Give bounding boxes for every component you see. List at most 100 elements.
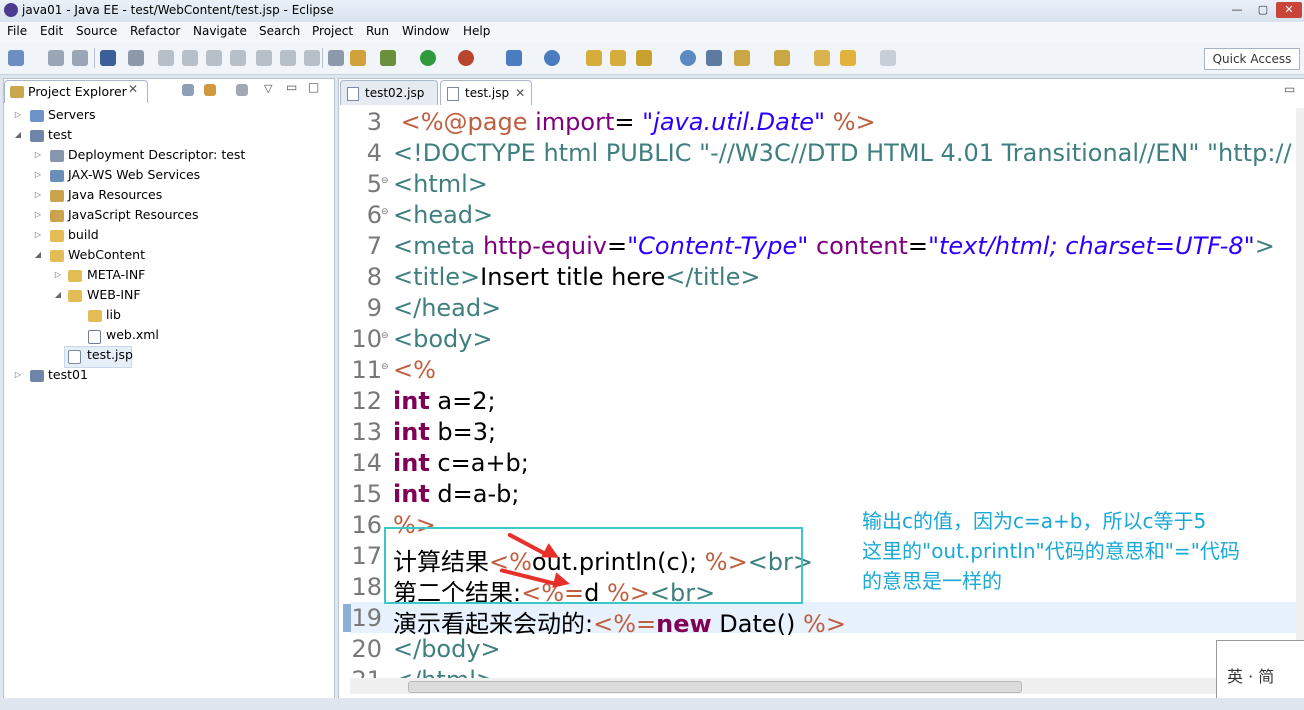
code-line-14[interactable]: int c=a+b; — [393, 449, 529, 477]
menu-navigate[interactable]: Navigate — [193, 24, 247, 38]
tree-item-lib[interactable]: lib — [106, 307, 121, 327]
code-line-15[interactable]: int d=a-b; — [393, 480, 519, 508]
run-icon[interactable] — [420, 50, 436, 66]
open-type-icon[interactable] — [586, 50, 602, 66]
view-menu-icon[interactable]: ▽ — [264, 82, 272, 95]
tree-item-web-xml[interactable]: web.xml — [106, 327, 159, 347]
close-view-icon[interactable]: ✕ — [128, 82, 138, 96]
minimize-view-icon[interactable]: ▭ — [286, 80, 297, 94]
close-tab-icon[interactable]: ✕ — [515, 86, 525, 100]
collapse-arrow-icon[interactable]: ◢ — [34, 250, 42, 259]
fold-toggle-icon[interactable]: ⊖ — [381, 331, 389, 341]
code-line-7[interactable]: <meta http-equiv="Content-Type" content=… — [393, 232, 1293, 260]
open-folder-icon[interactable] — [610, 50, 626, 66]
tab-test-jsp[interactable]: test.jsp ✕ — [440, 80, 532, 105]
code-line-10[interactable]: <body> — [393, 325, 493, 353]
forward-arrow-icon[interactable] — [880, 50, 896, 66]
expand-arrow-icon[interactable]: ▷ — [34, 210, 42, 219]
menu-project[interactable]: Project — [312, 24, 353, 38]
close-window-button[interactable]: ✕ — [1276, 2, 1302, 18]
code-line-9[interactable]: </head> — [393, 294, 501, 322]
fold-toggle-icon[interactable]: ⊖ — [381, 362, 389, 372]
tree-item-java-resources[interactable]: Java Resources — [68, 187, 162, 207]
collapse-all-icon[interactable] — [182, 84, 194, 96]
code-line-21[interactable]: </html> — [393, 666, 496, 678]
step-into-icon[interactable] — [256, 50, 272, 66]
resume-icon[interactable] — [158, 50, 174, 66]
code-line-8[interactable]: <title>Insert title here</title> — [393, 263, 760, 291]
code-line-6[interactable]: <head> — [393, 201, 493, 229]
tree-item-deployment-descriptor[interactable]: Deployment Descriptor: test — [68, 147, 245, 167]
prev-annotation-icon[interactable] — [774, 50, 790, 66]
vertical-scrollbar[interactable] — [1296, 108, 1304, 678]
link-editor-icon[interactable] — [204, 84, 216, 96]
collapse-arrow-icon[interactable]: ◢ — [14, 130, 22, 139]
quick-access-input[interactable]: Quick Access — [1204, 48, 1300, 70]
annotation-icon[interactable] — [706, 50, 722, 66]
fold-toggle-icon[interactable]: ⊖ — [381, 207, 389, 217]
external-tools-icon[interactable] — [458, 50, 474, 66]
back-arrow-icon[interactable] — [840, 50, 856, 66]
filter-icon[interactable] — [236, 84, 248, 96]
menu-source[interactable]: Source — [76, 24, 117, 38]
tree-item-test-jsp[interactable]: test.jsp — [87, 347, 133, 367]
code-line-4[interactable]: <!DOCTYPE html PUBLIC "-//W3C//DTD HTML … — [393, 139, 1293, 167]
new-class-icon[interactable] — [544, 50, 560, 66]
expand-arrow-icon[interactable]: ▷ — [34, 230, 42, 239]
menu-help[interactable]: Help — [463, 24, 490, 38]
new-java-project-icon[interactable] — [506, 50, 522, 66]
menu-refactor[interactable]: Refactor — [130, 24, 180, 38]
skip-breakpoints-icon[interactable] — [128, 50, 144, 66]
last-edit-icon[interactable] — [814, 50, 830, 66]
maximize-button[interactable]: ▢ — [1250, 2, 1276, 18]
menu-search[interactable]: Search — [259, 24, 300, 38]
terminate-icon[interactable] — [206, 50, 222, 66]
tree-item-build[interactable]: build — [68, 227, 99, 247]
step-return-icon[interactable] — [304, 50, 320, 66]
code-line-11[interactable]: <% — [393, 356, 436, 384]
code-line-3[interactable]: <%@page import= "java.util.Date" %> — [393, 108, 1293, 136]
code-line-13[interactable]: int b=3; — [393, 418, 496, 446]
expand-arrow-icon[interactable]: ▷ — [34, 150, 42, 159]
code-line-20[interactable]: </body> — [393, 635, 501, 663]
tree-item-javascript-resources[interactable]: JavaScript Resources — [68, 207, 198, 227]
minimize-editor-icon[interactable]: ▭ — [1284, 82, 1295, 96]
menu-window[interactable]: Window — [402, 24, 449, 38]
new-file-icon[interactable] — [8, 50, 24, 66]
wizard-icon[interactable] — [350, 50, 366, 66]
tree-item-web-inf[interactable]: WEB-INF — [87, 287, 141, 307]
tree-item-meta-inf[interactable]: META-INF — [87, 267, 145, 287]
fold-toggle-icon[interactable]: ⊖ — [381, 176, 389, 186]
debug-icon[interactable] — [380, 50, 396, 66]
tree-item-jax-ws[interactable]: JAX-WS Web Services — [68, 167, 200, 187]
tree-item-webcontent[interactable]: WebContent — [68, 247, 145, 267]
globe-icon[interactable] — [680, 50, 696, 66]
menu-edit[interactable]: Edit — [40, 24, 63, 38]
expand-arrow-icon[interactable]: ▷ — [54, 270, 62, 279]
tree-item-test01[interactable]: test01 — [48, 367, 88, 387]
minimize-button[interactable]: — — [1224, 2, 1250, 18]
code-line-19[interactable]: 演示看起来会动的:<%=new Date() %> — [393, 604, 846, 639]
code-line-5[interactable]: <html> — [393, 170, 488, 198]
expand-arrow-icon[interactable]: ▷ — [34, 170, 42, 179]
maximize-view-icon[interactable]: □ — [308, 80, 319, 94]
expand-arrow-icon[interactable]: ▷ — [34, 190, 42, 199]
code-line-12[interactable]: int a=2; — [393, 387, 496, 415]
expand-arrow-icon[interactable]: ▷ — [14, 370, 22, 379]
tree-item-servers[interactable]: Servers — [48, 107, 96, 127]
next-annotation-icon[interactable] — [734, 50, 750, 66]
tree-item-test[interactable]: test — [48, 127, 72, 147]
scrollbar-thumb[interactable] — [408, 681, 1022, 693]
open-console-icon[interactable] — [100, 50, 116, 66]
tab-test02-jsp[interactable]: test02.jsp — [340, 80, 438, 105]
menu-run[interactable]: Run — [366, 24, 389, 38]
suspend-icon[interactable] — [182, 50, 198, 66]
menu-file[interactable]: File — [7, 24, 27, 38]
step-over-icon[interactable] — [280, 50, 296, 66]
expand-arrow-icon[interactable]: ▷ — [14, 110, 22, 119]
disconnect-icon[interactable] — [230, 50, 246, 66]
ime-indicator[interactable]: 英 · 简 — [1216, 640, 1304, 699]
collapse-arrow-icon[interactable]: ◢ — [54, 290, 62, 299]
search-pen-icon[interactable] — [636, 50, 652, 66]
format-icon[interactable] — [328, 50, 344, 66]
